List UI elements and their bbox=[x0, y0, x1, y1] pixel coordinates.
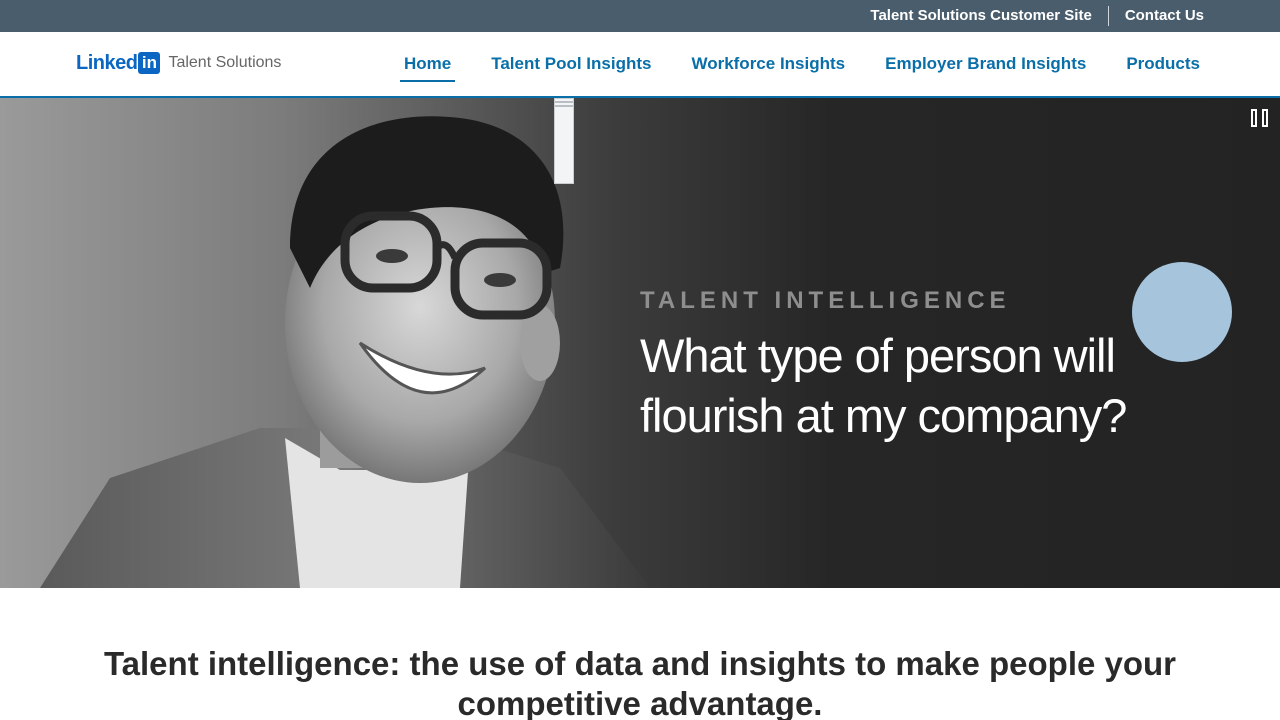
linkedin-logo-word: Linked bbox=[76, 52, 138, 74]
hero-banner: TALENT INTELLIGENCE What type of person … bbox=[0, 98, 1280, 588]
nav-item-products[interactable]: Products bbox=[1122, 50, 1204, 78]
contact-us-link[interactable]: Contact Us bbox=[1109, 6, 1204, 26]
decorative-circle bbox=[1132, 262, 1232, 362]
nav-item-home[interactable]: Home bbox=[399, 50, 456, 82]
hero-portrait-image bbox=[40, 116, 650, 588]
intro-heading: Talent intelligence: the use of data and… bbox=[103, 645, 1177, 720]
nav-links: Home Talent Pool Insights Workforce Insi… bbox=[368, 32, 1204, 96]
customer-site-link[interactable]: Talent Solutions Customer Site bbox=[854, 6, 1107, 26]
brand-logo[interactable]: Linked in Talent Solutions bbox=[76, 52, 281, 74]
hero-headline-line-2: flourish at my company? bbox=[640, 389, 1127, 442]
utility-bar: Talent Solutions Customer Site Contact U… bbox=[0, 0, 1280, 32]
nav-item-talent-pool-insights[interactable]: Talent Pool Insights bbox=[487, 50, 655, 78]
nav-item-employer-brand-insights[interactable]: Employer Brand Insights bbox=[881, 50, 1090, 78]
linkedin-in-icon: in bbox=[138, 52, 161, 74]
main-nav: Linked in Talent Solutions Home Talent P… bbox=[0, 32, 1280, 98]
brand-product-name: Talent Solutions bbox=[168, 54, 282, 71]
hero-slide-tab[interactable] bbox=[554, 98, 574, 184]
nav-item-workforce-insights[interactable]: Workforce Insights bbox=[687, 50, 849, 78]
pause-icon[interactable] bbox=[1251, 109, 1269, 127]
